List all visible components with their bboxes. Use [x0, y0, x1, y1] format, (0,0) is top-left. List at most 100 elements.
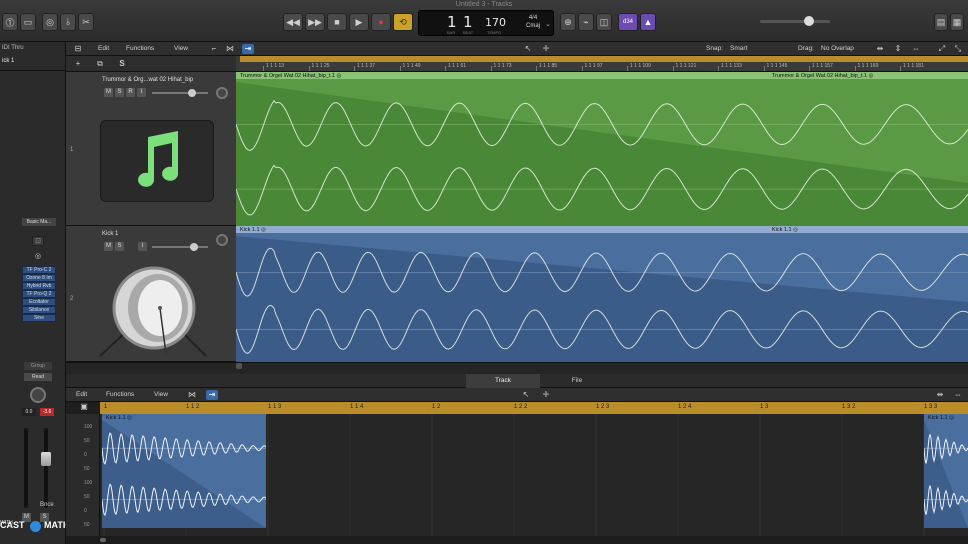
count-in-button[interactable]: d34 — [618, 13, 638, 31]
group-button[interactable]: Group — [24, 362, 52, 370]
collapse-icon[interactable]: ⤡ — [952, 44, 964, 54]
catch-icon[interactable]: ⇥ — [242, 44, 254, 54]
plugin-slot[interactable]: Ecoltator — [22, 298, 56, 306]
track-volume-handle[interactable] — [190, 243, 198, 251]
pan-knob[interactable] — [216, 234, 228, 246]
inspector-icon[interactable]: ▭ — [20, 13, 36, 31]
notepad-icon[interactable]: ▤ — [934, 13, 948, 31]
editor-track-icon[interactable]: ▣ — [78, 402, 90, 412]
cycle-range[interactable] — [240, 56, 968, 62]
editor-flex-icon[interactable]: ⋈ — [186, 390, 198, 400]
plugin-slot[interactable]: Hybrid Rvb — [22, 282, 56, 290]
play-button[interactable]: ▶ — [349, 13, 369, 31]
horizontal-zoom-icon[interactable]: ⇔ — [910, 44, 922, 54]
fast-forward-button[interactable]: ▶▶ — [305, 13, 325, 31]
secondary-tool-icon[interactable]: ✛ — [540, 44, 552, 54]
solo-icon[interactable]: ◫ — [596, 13, 612, 31]
master-volume-slider[interactable] — [760, 16, 830, 26]
global-tracks-icon[interactable]: S — [116, 59, 128, 69]
browsers-icon[interactable]: ▦ — [950, 13, 964, 31]
stop-button[interactable]: ■ — [327, 13, 347, 31]
editor-cycle-range[interactable] — [100, 402, 968, 414]
track-name[interactable]: Kick 1 — [102, 231, 118, 237]
record-button[interactable]: ● — [371, 13, 391, 31]
editor-region-right[interactable]: Kick 1.1 ◎ — [924, 414, 968, 528]
record-enable-button[interactable]: R — [126, 88, 135, 97]
editor-pointer-icon[interactable]: ↖ — [520, 390, 532, 400]
solo-button[interactable]: S — [115, 88, 124, 97]
duplicate-track-icon[interactable]: ⧉ — [94, 59, 106, 69]
replace-icon[interactable]: ⊕ — [560, 13, 576, 31]
inspector-track-name[interactable]: ick 1 — [0, 58, 66, 64]
pan-knob[interactable] — [30, 387, 46, 403]
editor-region[interactable]: Kick 1.1 ◎ — [102, 414, 266, 528]
tab-track[interactable]: Track — [466, 374, 540, 388]
timeline-ruler[interactable]: 1 1 1 13 1 1 1 25 1 1 1 37 1 1 1 49 1 1 1 61… — [236, 56, 968, 72]
horizontal-scrollbar[interactable] — [66, 536, 968, 544]
track-volume-slider[interactable] — [152, 92, 208, 94]
cycle-button[interactable]: ⟲ — [393, 13, 413, 31]
view-menu[interactable]: View — [174, 45, 188, 52]
track-icon-tile[interactable] — [100, 120, 214, 202]
track-name[interactable]: Trummor & Org...wat 02 Hihat_bip — [102, 77, 193, 83]
editor-view-menu[interactable]: View — [154, 391, 168, 398]
plugin-slot[interactable]: Sine — [22, 314, 56, 322]
zoom-waveform-icon[interactable]: ⇹ — [874, 44, 886, 54]
pan-knob[interactable] — [216, 87, 228, 99]
mute-button[interactable]: M — [104, 242, 113, 251]
kick-drum-icon[interactable] — [96, 262, 220, 358]
add-track-icon[interactable]: + — [72, 59, 84, 69]
input-monitor-button[interactable]: I — [137, 88, 146, 97]
snap-dropdown[interactable]: Smart — [730, 45, 747, 52]
library-icon[interactable]: ⓵ — [2, 13, 18, 31]
drag-dropdown[interactable]: No Overlap — [821, 45, 854, 52]
track-volume-slider[interactable] — [152, 246, 208, 248]
pointer-tool-icon[interactable]: ↖ — [522, 44, 534, 54]
track-volume-handle[interactable] — [188, 89, 196, 97]
editor-edit-menu[interactable]: Edit — [76, 391, 87, 398]
rewind-button[interactable]: ◀◀ — [283, 13, 303, 31]
editor-crosshair-icon[interactable]: ✛ — [540, 390, 552, 400]
editor-hzoom-icon[interactable]: ⇔ — [952, 390, 964, 400]
audio-region[interactable]: Kick 1.1 ◎ Kick 1.1 ◎ — [236, 226, 968, 362]
editor-divider[interactable] — [66, 362, 968, 374]
plugin-slot[interactable]: Ozone 8 Im — [22, 274, 56, 282]
automation-mode-button[interactable]: Read — [24, 373, 52, 381]
fit-icon[interactable]: ⤢ — [936, 44, 948, 54]
metronome-icon[interactable]: ▲ — [640, 13, 656, 31]
link-icon[interactable]: ◎ — [30, 252, 46, 260]
lcd-display[interactable]: 1 1 BAR BEAT 170 TEMPO 4/4 Cmaj ⌄ — [418, 10, 554, 36]
flex-icon[interactable]: ⋈ — [224, 44, 236, 54]
plugin-slot[interactable]: TF Pro-C 2 — [22, 266, 56, 274]
scroll-thumb[interactable] — [100, 538, 106, 542]
plugin-slot[interactable]: TF Pro-Q 2 — [22, 290, 56, 298]
track-header-2[interactable]: 2 Kick 1 M S I — [66, 226, 236, 362]
lcd-dropdown-icon[interactable]: ⌄ — [545, 20, 551, 28]
tuner-icon[interactable]: ⌁ — [578, 13, 594, 31]
edit-menu[interactable]: Edit — [98, 45, 109, 52]
smart-controls-icon[interactable]: ◎ — [42, 13, 58, 31]
track-header-1[interactable]: 1 Trummor & Org...wat 02 Hihat_bip M S R… — [66, 72, 236, 226]
audio-editor[interactable]: Kick 1.1 ◎ Kick 1.1 ◎ — [100, 414, 968, 536]
eq-button[interactable]: Basic Ma... — [22, 218, 56, 226]
editor-catch-icon[interactable]: ⇥ — [206, 390, 218, 400]
solo-button[interactable]: S — [115, 242, 124, 251]
audio-region[interactable]: Trummor & Orgel Wat 02 Hihat_bip_t.1 ◎ T… — [236, 72, 968, 226]
editor-zoom-icon[interactable]: ⇹ — [934, 390, 946, 400]
midi-thru-label[interactable]: IDI Thru — [0, 45, 66, 51]
functions-menu[interactable]: Functions — [126, 45, 154, 52]
input-monitor-button[interactable]: I — [138, 242, 147, 251]
automation-icon[interactable]: ⌐ — [208, 44, 220, 54]
plugin-slot[interactable]: Sibilance — [22, 306, 56, 314]
input-icon[interactable]: ⊡ — [32, 236, 44, 246]
mute-button[interactable]: M — [104, 88, 113, 97]
tab-file[interactable]: File — [540, 374, 614, 388]
volume-fader[interactable] — [41, 452, 51, 466]
editor-functions-menu[interactable]: Functions — [106, 391, 134, 398]
editors-icon[interactable]: ✂ — [78, 13, 94, 31]
mixer-icon[interactable]: ⫰ — [60, 13, 76, 31]
vertical-zoom-icon[interactable]: ⇕ — [892, 44, 904, 54]
resize-handle[interactable] — [236, 363, 242, 369]
hide-icon[interactable]: ⊟ — [72, 44, 84, 54]
editor-ruler[interactable]: 1 1 1 2 1 1 3 1 1 4 1 2 1 2 2 1 2 3 1 2 4 1 3 1 3… — [100, 402, 968, 414]
